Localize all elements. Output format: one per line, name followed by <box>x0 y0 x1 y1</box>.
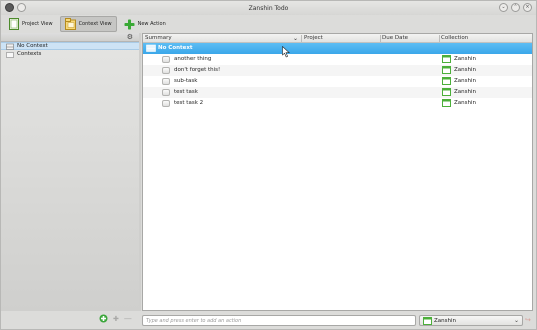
task-checkbox[interactable] <box>162 78 170 85</box>
table-row[interactable]: test task Zanshin <box>143 87 532 98</box>
title-bar-right-controls: ⌄ ⌃ × <box>499 3 532 12</box>
gear-icon[interactable]: ⚙ <box>127 33 133 41</box>
bottom-bar: ✚ — Type and press enter to add an actio… <box>1 313 536 329</box>
project-view-label: Project View <box>22 21 53 27</box>
remove-context-icon[interactable]: ✚ <box>113 315 119 323</box>
task-checkbox[interactable] <box>162 56 170 63</box>
group-row-no-context[interactable]: No Context <box>143 43 532 58</box>
context-view-icon <box>64 18 76 30</box>
task-summary: test task 2 <box>174 100 204 106</box>
sidebar-item-no-context[interactable]: No Context <box>1 42 139 50</box>
sort-chevron-icon[interactable]: ⌄ <box>293 35 298 42</box>
new-action-button[interactable]: New Action <box>120 16 170 32</box>
collection-label: Zanshin <box>454 89 476 95</box>
new-action-label: New Action <box>137 21 166 27</box>
collection-cell: Zanshin <box>442 66 476 74</box>
folder-icon <box>6 51 14 58</box>
keep-above-icon[interactable] <box>17 3 26 12</box>
collection-select[interactable]: Zanshin ⌄ <box>419 315 523 326</box>
redo-icon[interactable]: ↪ <box>525 316 531 324</box>
collection-label: Zanshin <box>454 67 476 73</box>
context-view-button[interactable]: Context View <box>59 16 117 32</box>
collection-cell: Zanshin <box>442 88 476 96</box>
table-header: Summary ⌄ Project Due Date Collection <box>143 34 532 43</box>
column-header-due-date[interactable]: Due Date <box>382 35 408 41</box>
window-menu-icon[interactable] <box>5 3 14 12</box>
app-window: Zanshin Todo ⌄ ⌃ × Project View Context … <box>0 0 537 330</box>
collection-label: Zanshin <box>454 100 476 106</box>
context-sidebar: ⚙ No Context Contexts <box>1 33 139 311</box>
calendar-icon <box>442 55 451 63</box>
collection-cell: Zanshin <box>442 99 476 107</box>
task-checkbox[interactable] <box>162 100 170 107</box>
column-header-project[interactable]: Project <box>304 35 323 41</box>
minimize-icon[interactable]: ⌄ <box>499 3 508 12</box>
collection-label: Zanshin <box>454 56 476 62</box>
inbox-icon <box>146 44 156 52</box>
task-summary: another thing <box>174 56 212 62</box>
collection-cell: Zanshin <box>442 55 476 63</box>
plus-icon <box>124 19 135 29</box>
window-title: Zanshin Todo <box>248 4 289 12</box>
column-separator <box>380 35 381 42</box>
sidebar-item-label: No Context <box>17 43 48 49</box>
task-summary: don't forget this! <box>174 67 221 73</box>
add-action-input[interactable]: Type and press enter to add an action <box>142 315 416 326</box>
column-header-collection[interactable]: Collection <box>441 35 468 41</box>
context-view-label: Context View <box>78 21 112 27</box>
close-icon[interactable]: × <box>523 3 532 12</box>
calendar-icon <box>442 99 451 107</box>
add-context-icon[interactable] <box>99 314 108 323</box>
inbox-icon <box>6 43 14 50</box>
sidebar-actions: ✚ — <box>99 314 132 323</box>
calendar-icon <box>423 316 432 325</box>
collection-cell: Zanshin <box>442 77 476 85</box>
title-bar-left-controls <box>5 3 26 12</box>
calendar-icon <box>442 66 451 74</box>
chevron-down-icon: ⌄ <box>513 317 519 324</box>
calendar-icon <box>442 77 451 85</box>
task-summary: sub-task <box>174 78 198 84</box>
sidebar-item-contexts[interactable]: Contexts <box>1 50 139 58</box>
column-header-summary[interactable]: Summary <box>145 35 172 41</box>
main-toolbar: Project View Context View New Action <box>1 15 536 33</box>
sidebar-header: ⚙ <box>1 33 139 42</box>
table-row[interactable]: sub-task Zanshin <box>143 76 532 87</box>
calendar-icon <box>442 88 451 96</box>
maximize-icon[interactable]: ⌃ <box>511 3 520 12</box>
collection-select-value: Zanshin <box>434 317 456 324</box>
minus-icon[interactable]: — <box>124 314 132 323</box>
group-label: No Context <box>158 45 193 51</box>
table-row[interactable]: another thing Zanshin <box>143 54 532 65</box>
column-separator <box>301 35 302 42</box>
add-action-placeholder: Type and press enter to add an action <box>146 318 242 324</box>
title-bar: Zanshin Todo ⌄ ⌃ × <box>1 1 536 15</box>
project-view-button[interactable]: Project View <box>5 16 57 32</box>
pane-splitter[interactable] <box>139 33 141 311</box>
table-row[interactable]: don't forget this! Zanshin <box>143 65 532 76</box>
table-row[interactable]: test task 2 Zanshin <box>143 98 532 109</box>
task-summary: test task <box>174 89 198 95</box>
task-table: Summary ⌄ Project Due Date Collection No… <box>142 33 533 311</box>
task-checkbox[interactable] <box>162 89 170 96</box>
task-checkbox[interactable] <box>162 67 170 74</box>
collection-label: Zanshin <box>454 78 476 84</box>
context-tree: No Context Contexts <box>1 42 139 311</box>
column-separator <box>439 35 440 42</box>
project-view-icon <box>9 18 19 30</box>
sidebar-item-label: Contexts <box>17 51 42 57</box>
